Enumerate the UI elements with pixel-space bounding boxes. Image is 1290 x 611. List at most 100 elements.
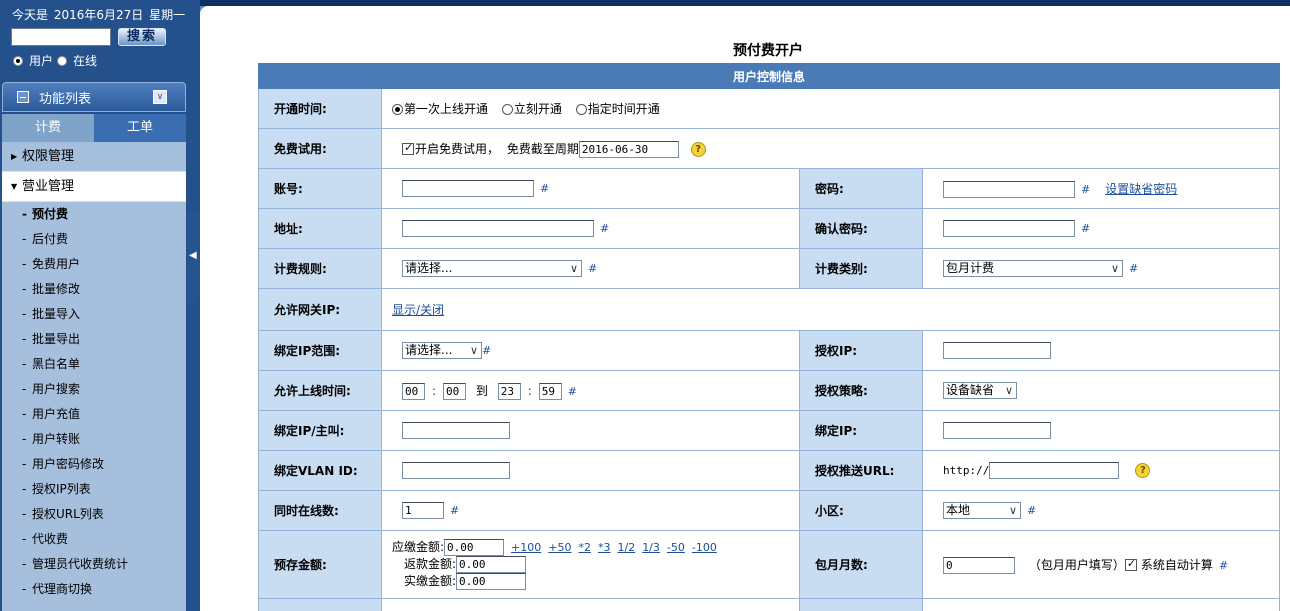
sidebar: 今天是 2016年6月27日 星期一 搜索 用户 在线 功能列表 ∨ 计费 工单… [0, 0, 200, 611]
sidebar-item[interactable]: 授权IP列表 [2, 477, 186, 502]
sidebar-item[interactable]: 管理员代收费统计 [2, 552, 186, 577]
billing-rule-select[interactable]: 请选择... [402, 260, 582, 277]
help-icon[interactable]: ? [690, 141, 706, 157]
sidebar-item-prepaid[interactable]: 预付费 [2, 202, 186, 227]
bind-ip-input[interactable] [943, 422, 1051, 439]
quick-half[interactable]: 1/2 [617, 539, 635, 556]
billing-type-select[interactable]: 包月计费 [943, 260, 1123, 277]
trial-end-date-input[interactable]: 2016-06-30 [578, 140, 679, 158]
online-time-label: 允许上线时间: [258, 370, 382, 411]
sidebar-item[interactable]: 用户充值 [2, 402, 186, 427]
sidebar-item[interactable]: 用户转账 [2, 427, 186, 452]
gateway-ip-toggle-link[interactable]: 显示/关闭 [392, 303, 444, 317]
sidebar-tabs: 计费 工单 [2, 114, 186, 142]
radio-immediate[interactable] [501, 104, 513, 115]
quick-plus-100[interactable]: +100 [511, 539, 541, 556]
page-title: 预付费开户 [733, 43, 803, 59]
due-amount-input[interactable]: 0.00 [444, 539, 505, 556]
bind-vlan-input[interactable] [402, 462, 510, 479]
sidebar-item[interactable]: 后付费 [2, 227, 186, 252]
default-password-link[interactable]: 设置缺省密码 [1105, 182, 1177, 196]
bind-ip-range-label: 绑定IP范围: [258, 330, 382, 371]
password-label: 密码: [799, 168, 923, 209]
auth-ip-input[interactable] [943, 342, 1051, 359]
auth-policy-select[interactable]: 设备缺省 [943, 382, 1017, 399]
months-input[interactable]: 0 [943, 556, 1015, 574]
auto-calc-checkbox[interactable] [1124, 557, 1137, 571]
collapse-left-icon: ◀ [189, 250, 197, 261]
billing-type-label: 计费类别: [799, 248, 923, 289]
help-icon[interactable]: ? [1135, 463, 1151, 478]
months-label: 包月月数: [799, 530, 923, 599]
from-minute-input[interactable]: 00 [443, 382, 467, 400]
auth-push-url-input[interactable] [989, 462, 1120, 479]
quick-plus-50[interactable]: +50 [548, 539, 571, 556]
tab-billing[interactable]: 计费 [2, 114, 94, 142]
radio-online[interactable] [57, 55, 68, 66]
next-row-label [258, 598, 382, 611]
caret-right-icon: ▶ [11, 152, 18, 161]
sidebar-item[interactable]: 黑白名单 [2, 352, 186, 377]
auth-policy-label: 授权策略: [799, 370, 923, 411]
caret-down-icon: ▼ [11, 182, 18, 191]
quick-minus-50[interactable]: -50 [667, 539, 685, 556]
search-input[interactable] [11, 28, 111, 46]
section-header: 用户控制信息 [257, 63, 1281, 89]
billing-rule-label: 计费规则: [258, 248, 382, 289]
address-input[interactable] [402, 220, 594, 237]
radio-first-online[interactable] [392, 104, 403, 115]
confirm-password-input[interactable] [943, 220, 1075, 237]
radio-user[interactable] [13, 55, 23, 66]
sidebar-menu: ▶权限管理 ▼营业管理 预付费 后付费 免费用户 批量修改 批量导入 批量导出 … [2, 142, 186, 611]
account-form: 用户控制信息 开通时间: 第一次上线开通 立刻开通 指定时间开通 免费试用: 开… [257, 63, 1281, 611]
bind-ip-host-label: 绑定IP/主叫: [258, 410, 382, 451]
sidebar-item[interactable]: 批量导出 [2, 327, 186, 352]
sidebar-toggle[interactable]: ◀ [187, 212, 199, 304]
auth-ip-label: 授权IP: [799, 330, 923, 371]
confirm-password-label: 确认密码: [799, 208, 923, 249]
bind-ip-range-select[interactable]: 请选择... [402, 342, 482, 359]
district-label: 小区: [799, 490, 923, 531]
quick-times-3[interactable]: *3 [598, 539, 611, 556]
quick-times-2[interactable]: *2 [578, 539, 591, 556]
password-input[interactable] [943, 180, 1075, 198]
to-minute-input[interactable]: 59 [538, 382, 562, 400]
sidebar-group-business[interactable]: ▼ 营业管理 [2, 172, 186, 202]
quick-third[interactable]: 1/3 [642, 539, 660, 556]
open-time-options: 第一次上线开通 立刻开通 指定时间开通 [380, 88, 1281, 129]
open-time-label: 开通时间: [258, 88, 382, 129]
free-trial-controls: 开启免费试用， 免费截至周期2016-06-30 ? [380, 128, 1281, 169]
bind-ip-label: 绑定IP: [799, 410, 923, 451]
account-input[interactable] [402, 180, 534, 197]
free-trial-label: 免费试用: [258, 128, 382, 169]
search-scope: 用户 在线 [13, 52, 97, 69]
tab-workorder[interactable]: 工单 [94, 114, 186, 142]
today-date: 今天是 2016年6月27日 星期一 [12, 8, 186, 22]
free-trial-checkbox[interactable] [402, 141, 414, 155]
bind-vlan-label: 绑定VLAN ID: [258, 450, 382, 491]
to-hour-input[interactable]: 23 [497, 382, 521, 400]
concurrent-input[interactable]: 1 [402, 502, 444, 519]
sidebar-item[interactable]: 代收费 [2, 527, 186, 552]
district-select[interactable]: 本地 [943, 502, 1021, 519]
sidebar-item[interactable]: 批量修改 [2, 277, 186, 302]
paid-amount-input[interactable]: 0.00 [456, 573, 527, 590]
sidebar-item[interactable]: 批量导入 [2, 302, 186, 327]
sidebar-item[interactable]: 免费用户 [2, 252, 186, 277]
sidebar-item[interactable]: 授权URL列表 [2, 502, 186, 527]
sidebar-item[interactable]: 代理商切换 [2, 577, 186, 602]
function-list-header[interactable]: 功能列表 ∨ [2, 82, 186, 112]
sidebar-item[interactable]: 用户搜索 [2, 377, 186, 402]
refund-amount-input[interactable]: 0.00 [456, 556, 527, 573]
sidebar-group-permission[interactable]: ▶ 权限管理 [2, 142, 186, 172]
search-button[interactable]: 搜索 [118, 28, 166, 46]
collapse-icon[interactable]: ∨ [153, 90, 167, 104]
account-label: 账号: [258, 168, 382, 209]
radio-scheduled[interactable] [575, 104, 587, 115]
auth-push-url-label: 授权推送URL: [799, 450, 923, 491]
sidebar-item[interactable]: 用户密码修改 [2, 452, 186, 477]
from-hour-input[interactable]: 00 [402, 382, 425, 400]
quick-minus-100[interactable]: -100 [692, 539, 717, 556]
bind-ip-host-input[interactable] [402, 422, 510, 439]
concurrent-label: 同时在线数: [258, 490, 382, 531]
